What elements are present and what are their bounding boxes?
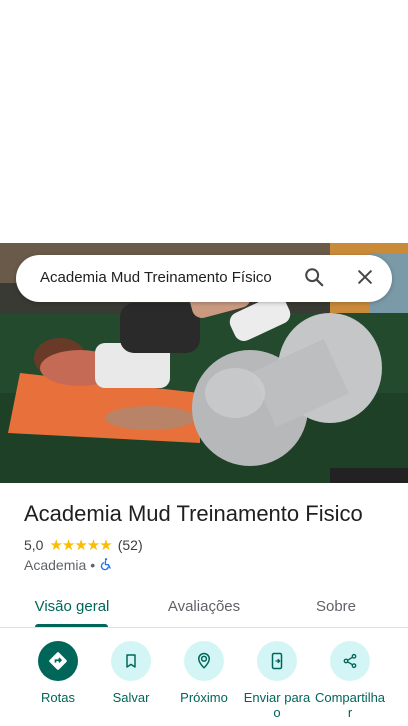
map-area-blank <box>0 0 408 243</box>
rating-stars: ★★★★★ <box>49 537 112 554</box>
close-icon <box>355 267 375 292</box>
tab-label: Visão geral <box>34 597 110 615</box>
save-button[interactable]: Salvar <box>93 641 169 705</box>
search-query-text[interactable]: Academia Mud Treinamento Físico <box>40 269 272 286</box>
tab-label: Avaliações <box>167 597 241 615</box>
directions-button[interactable]: Rotas <box>20 641 96 705</box>
clear-search-button[interactable] <box>351 265 379 293</box>
tab-overview[interactable]: Visão geral <box>22 584 122 628</box>
send-to-phone-icon <box>257 641 297 681</box>
tab-about[interactable]: Sobre <box>296 584 376 628</box>
action-label: Enviar para o <box>243 690 311 720</box>
tab-reviews[interactable]: Avaliações <box>154 584 254 628</box>
search-button[interactable] <box>300 265 328 293</box>
tab-label: Sobre <box>315 597 357 615</box>
search-bar[interactable]: Academia Mud Treinamento Físico <box>16 255 392 302</box>
category-row: Academia • <box>24 556 113 574</box>
nearby-icon <box>184 641 224 681</box>
bookmark-icon <box>111 641 151 681</box>
place-title: Academia Mud Treinamento Fisico <box>24 501 363 526</box>
action-label: Rotas <box>41 690 75 705</box>
separator-dot: • <box>90 557 96 573</box>
action-label: Próximo <box>180 690 228 705</box>
share-icon <box>330 641 370 681</box>
review-count[interactable]: (52) <box>118 537 143 553</box>
share-button[interactable]: Compartilha r <box>312 641 388 720</box>
directions-icon <box>38 641 78 681</box>
rating-row[interactable]: 5,0 ★★★★★ (52) <box>24 536 143 554</box>
wheelchair-accessible-icon <box>99 557 113 574</box>
action-label: Salvar <box>112 690 150 705</box>
action-label: Compartilha r <box>314 690 386 720</box>
send-to-phone-button[interactable]: Enviar para o <box>239 641 315 720</box>
nearby-button[interactable]: Próximo <box>166 641 242 705</box>
place-category[interactable]: Academia <box>24 557 86 573</box>
rating-value: 5,0 <box>24 537 44 553</box>
tab-bar: Visão geral Avaliações Sobre <box>0 584 408 628</box>
active-tab-indicator <box>35 624 108 627</box>
search-icon <box>303 266 325 293</box>
